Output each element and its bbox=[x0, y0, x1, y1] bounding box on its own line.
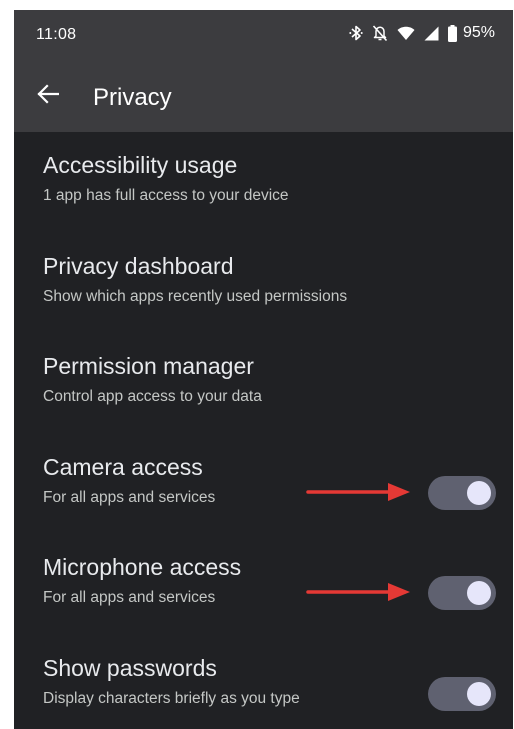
setting-title: Camera access bbox=[43, 453, 203, 480]
cell-signal-icon bbox=[424, 26, 439, 41]
notifications-off-icon bbox=[372, 24, 388, 42]
battery-icon bbox=[447, 24, 457, 42]
status-time: 11:08 bbox=[36, 26, 77, 43]
toggle-thumb bbox=[467, 681, 491, 706]
setting-show-passwords[interactable]: Show passwords Display characters briefl… bbox=[14, 635, 513, 729]
setting-title: Accessibility usage bbox=[43, 152, 238, 178]
toggle-thumb bbox=[467, 480, 491, 505]
setting-permission-manager[interactable]: Permission manager Control app access to… bbox=[14, 333, 513, 434]
show-passwords-toggle[interactable] bbox=[428, 676, 496, 711]
battery-percentage: 95% bbox=[462, 24, 495, 41]
back-button[interactable] bbox=[32, 80, 64, 112]
settings-list: Accessibility usage 1 app has full acces… bbox=[14, 132, 513, 729]
wifi-icon bbox=[397, 26, 415, 41]
arrow-back-icon bbox=[37, 83, 60, 109]
status-icons: 95% bbox=[349, 24, 495, 42]
annotation-arrow-icon bbox=[306, 482, 410, 501]
setting-summary: Show which apps recently used permission… bbox=[43, 287, 348, 305]
annotation-arrow-icon bbox=[306, 583, 410, 601]
page-title: Privacy bbox=[93, 84, 172, 111]
app-bar: Privacy bbox=[14, 60, 513, 132]
setting-title: Show passwords bbox=[43, 654, 217, 681]
setting-summary: Control app access to your data bbox=[43, 388, 262, 405]
setting-summary: For all apps and services bbox=[43, 488, 216, 506]
phone-screen: 11:08 95% Privacy Accessibility usage 1 … bbox=[14, 10, 513, 729]
status-bar: 11:08 95% bbox=[14, 10, 513, 60]
camera-access-toggle[interactable] bbox=[428, 475, 496, 510]
setting-accessibility-usage[interactable]: Accessibility usage 1 app has full acces… bbox=[14, 132, 513, 233]
setting-privacy-dashboard[interactable]: Privacy dashboard Show which apps recent… bbox=[14, 233, 513, 334]
setting-microphone-access[interactable]: Microphone access For all apps and servi… bbox=[14, 534, 513, 635]
bluetooth-icon bbox=[349, 24, 363, 42]
setting-summary: Display characters briefly as you type bbox=[43, 689, 300, 707]
setting-title: Privacy dashboard bbox=[43, 252, 234, 279]
setting-summary: 1 app has full access to your device bbox=[43, 187, 289, 204]
toggle-thumb bbox=[467, 581, 491, 605]
setting-title: Microphone access bbox=[43, 554, 242, 580]
setting-summary: For all apps and services bbox=[43, 589, 216, 606]
microphone-access-toggle[interactable] bbox=[428, 576, 496, 610]
setting-camera-access[interactable]: Camera access For all apps and services bbox=[14, 434, 513, 535]
setting-title: Permission manager bbox=[43, 353, 254, 379]
